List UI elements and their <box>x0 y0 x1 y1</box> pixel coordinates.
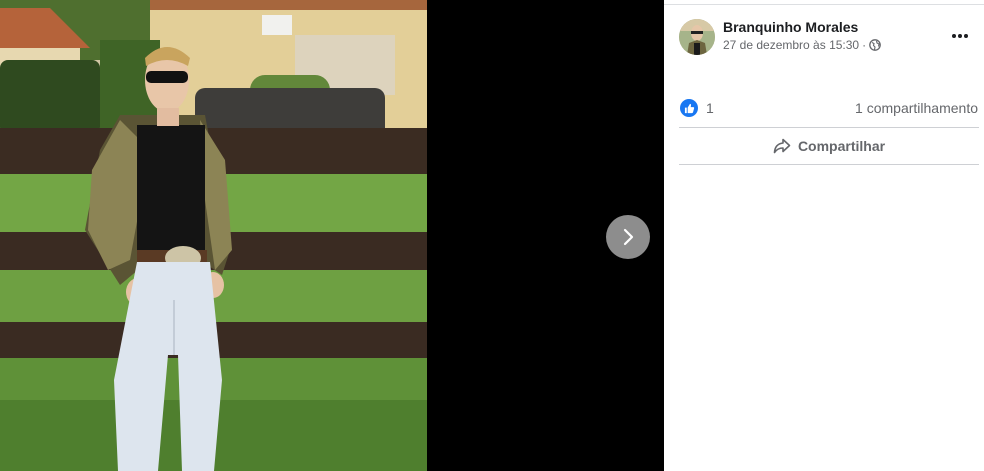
next-photo-button[interactable] <box>606 215 650 259</box>
actions-bottom-divider <box>679 164 979 165</box>
post-author-name[interactable]: Branquinho Morales <box>723 19 858 35</box>
share-button[interactable]: Compartilhar <box>679 129 979 163</box>
share-count[interactable]: 1 compartilhamento <box>855 100 978 116</box>
post-timestamp[interactable]: 27 de dezembro às 15:30 <box>723 38 859 52</box>
share-button-label: Compartilhar <box>797 138 886 154</box>
avatar[interactable] <box>679 19 715 55</box>
globe-icon[interactable] <box>869 39 881 51</box>
photo-viewer <box>0 0 664 471</box>
like-icon <box>680 99 698 117</box>
more-options-dot <box>958 34 962 38</box>
more-options-dot <box>964 34 968 38</box>
photo-post-window: Branquinho Morales 27 de dezembro às 15:… <box>0 0 984 471</box>
panel-top-divider <box>664 4 984 5</box>
more-options-icon <box>952 34 956 38</box>
share-arrow-icon <box>773 138 791 154</box>
chevron-right-icon <box>623 228 634 246</box>
reactions-summary[interactable]: 1 <box>680 99 714 117</box>
meta-separator: · <box>862 38 867 52</box>
post-photo <box>0 0 427 471</box>
reaction-count: 1 <box>706 100 714 116</box>
actions-top-divider <box>679 127 979 128</box>
post-details-panel: Branquinho Morales 27 de dezembro às 15:… <box>664 0 984 471</box>
more-options-button[interactable] <box>950 26 970 46</box>
post-meta: 27 de dezembro às 15:30 · <box>723 38 881 52</box>
